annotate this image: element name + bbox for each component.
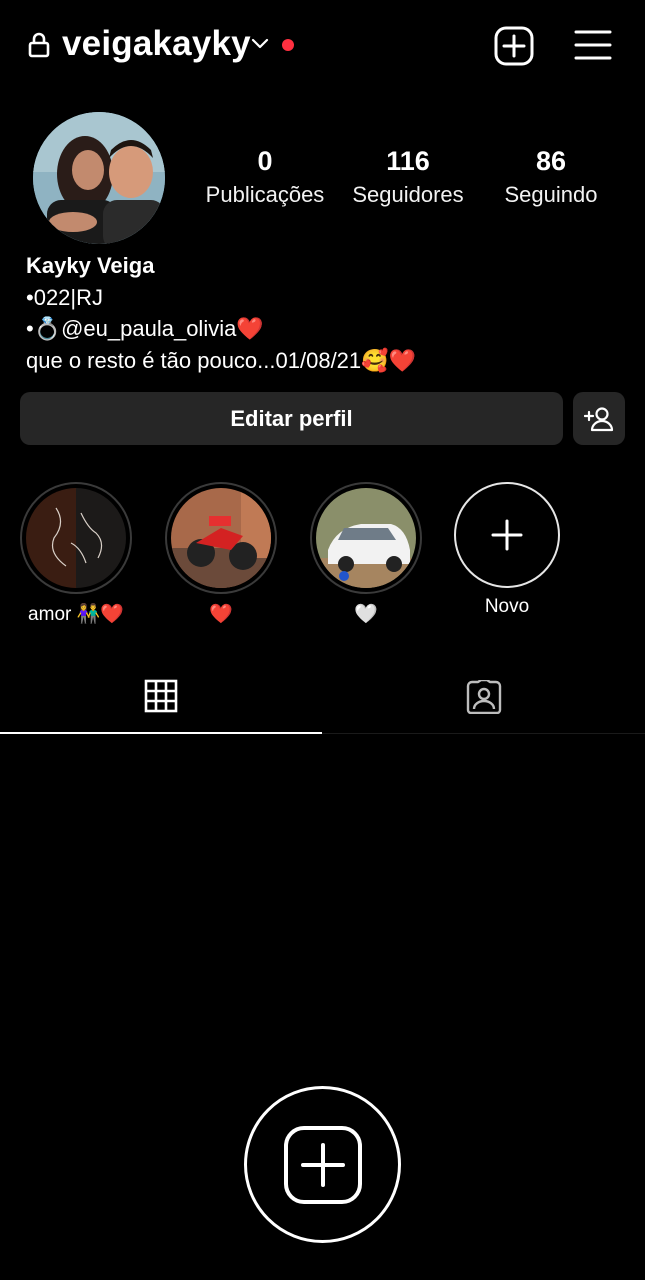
bio-line: que o resto é tão pouco...01/08/21🥰❤️ bbox=[26, 347, 416, 373]
highlight-ring bbox=[20, 482, 132, 594]
following-label: Seguindo bbox=[504, 182, 598, 207]
following-count: 86 bbox=[535, 146, 567, 176]
profile-username[interactable]: veigakayky bbox=[62, 24, 251, 64]
add-first-post-button[interactable] bbox=[244, 1086, 401, 1243]
stat-followers[interactable]: 116 Seguidores bbox=[346, 146, 470, 208]
highlight-ring bbox=[165, 482, 277, 594]
tab-tagged[interactable] bbox=[323, 660, 645, 734]
highlight-ring bbox=[310, 482, 422, 594]
profile-name: Kayky Veiga bbox=[26, 253, 155, 278]
profile-bio: Kayky Veiga •022|RJ •💍@eu_paula_olivia❤️… bbox=[26, 250, 626, 376]
highlight-label: 🤍 bbox=[354, 604, 378, 625]
grid-icon bbox=[144, 679, 178, 713]
chevron-down-icon[interactable] bbox=[250, 36, 270, 52]
profile-avatar[interactable] bbox=[33, 112, 165, 244]
tagged-person-icon bbox=[466, 680, 502, 714]
edit-profile-button[interactable]: Editar perfil bbox=[20, 392, 563, 445]
hamburger-menu-icon[interactable] bbox=[574, 28, 612, 62]
lock-icon bbox=[28, 32, 50, 58]
highlight-item[interactable]: ❤️ bbox=[165, 482, 277, 626]
plus-square-icon[interactable] bbox=[494, 26, 534, 66]
notification-dot bbox=[282, 39, 294, 51]
followers-label: Seguidores bbox=[352, 182, 464, 207]
profile-tabs bbox=[0, 660, 645, 734]
highlight-cover bbox=[26, 488, 126, 588]
new-highlight-button[interactable]: Novo bbox=[451, 482, 563, 618]
highlight-item[interactable]: amor 👫❤️ bbox=[20, 482, 132, 626]
posts-count: 0 bbox=[257, 146, 273, 176]
bio-line: •022|RJ bbox=[26, 284, 104, 310]
highlight-label: amor 👫❤️ bbox=[28, 604, 124, 625]
discover-people-button[interactable] bbox=[573, 392, 625, 445]
add-person-icon bbox=[584, 406, 614, 431]
posts-label: Publicações bbox=[205, 182, 325, 207]
highlight-cover bbox=[171, 488, 271, 588]
profile-screen: veigakayky 0 Publicações 116 Seguidores … bbox=[0, 0, 645, 1280]
new-highlight-ring bbox=[454, 482, 560, 588]
plus-icon bbox=[491, 519, 523, 551]
highlight-label: ❤️ bbox=[209, 604, 233, 625]
top-bar: veigakayky bbox=[0, 0, 645, 92]
bio-line-mention[interactable]: •💍@eu_paula_olivia❤️ bbox=[26, 313, 626, 345]
followers-count: 116 bbox=[386, 146, 430, 176]
add-post-icon bbox=[283, 1125, 362, 1204]
highlight-label: Novo bbox=[484, 596, 530, 617]
highlight-cover bbox=[316, 488, 416, 588]
stat-posts[interactable]: 0 Publicações bbox=[198, 146, 332, 208]
highlight-item[interactable]: 🤍 bbox=[310, 482, 422, 626]
tab-posts-grid[interactable] bbox=[0, 660, 322, 734]
stat-following[interactable]: 86 Seguindo bbox=[496, 146, 606, 208]
